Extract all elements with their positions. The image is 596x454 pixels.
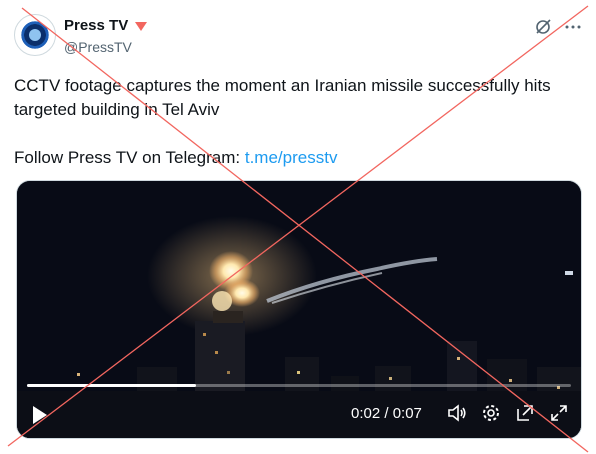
- tweet-text: CCTV footage captures the moment an Iran…: [14, 76, 551, 119]
- grok-icon[interactable]: [534, 18, 552, 36]
- video-player[interactable]: 0:02 / 0:07: [16, 180, 582, 439]
- video-controls: 0:02 / 0:07: [17, 399, 581, 433]
- pip-icon[interactable]: [515, 403, 535, 428]
- play-icon[interactable]: [31, 405, 49, 430]
- volume-icon[interactable]: [447, 403, 467, 428]
- follow-prefix: Follow Press TV on Telegram:: [14, 148, 245, 167]
- control-icons: [447, 403, 569, 428]
- handle[interactable]: @PressTV: [64, 39, 132, 55]
- tweet-header: Press TV @PressTV: [14, 12, 582, 60]
- follow-line: Follow Press TV on Telegram: t.me/presst…: [14, 146, 582, 170]
- fullscreen-icon[interactable]: [549, 403, 569, 428]
- avatar-logo-icon: [29, 29, 41, 41]
- display-name[interactable]: Press TV: [64, 17, 128, 34]
- progress-fill: [27, 384, 196, 387]
- telegram-link[interactable]: t.me/presstv: [245, 148, 338, 167]
- time-display: 0:02 / 0:07: [351, 405, 422, 422]
- name-row: Press TV: [64, 17, 148, 34]
- badge-triangle-icon: [135, 22, 148, 31]
- header-actions: [534, 18, 582, 36]
- tweet-body: CCTV footage captures the moment an Iran…: [14, 74, 582, 170]
- more-icon[interactable]: [564, 18, 582, 36]
- progress-bar[interactable]: [27, 384, 571, 387]
- avatar[interactable]: [14, 14, 56, 56]
- settings-icon[interactable]: [481, 403, 501, 428]
